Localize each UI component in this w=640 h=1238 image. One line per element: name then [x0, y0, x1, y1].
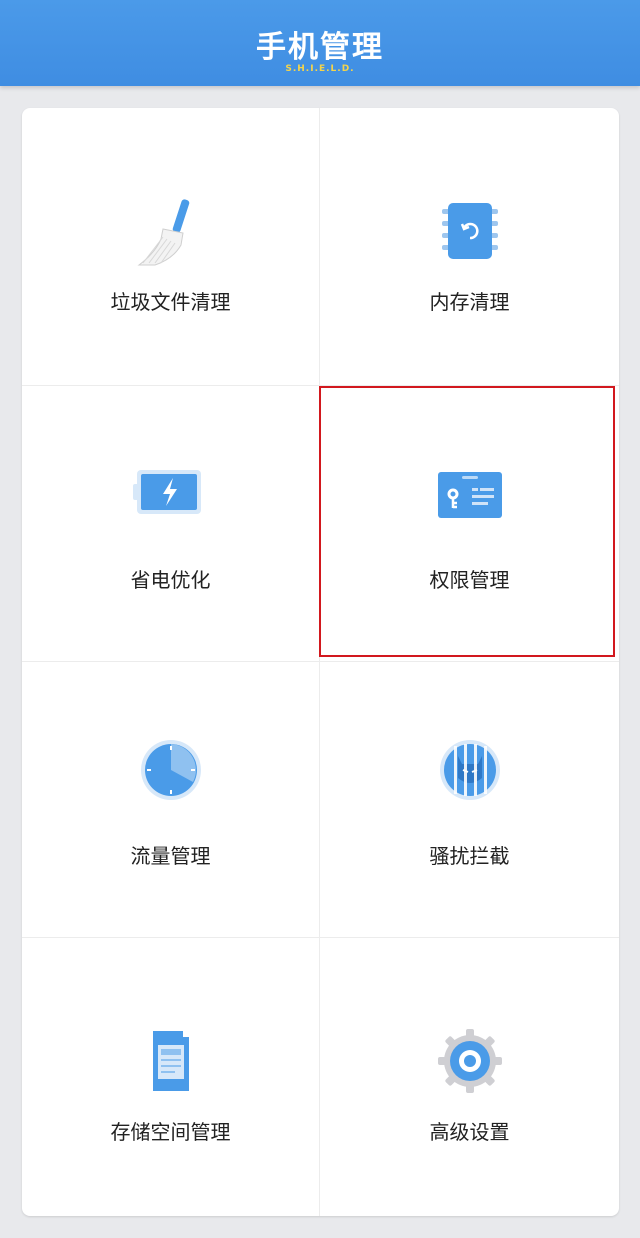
sd-card-icon: [152, 1031, 189, 1091]
tile-harass-block[interactable]: 骚扰拦截: [320, 662, 619, 938]
tile-data-manage[interactable]: 流量管理: [22, 662, 320, 938]
harass-block-icon: [439, 740, 500, 800]
page-title: 手机管理: [256, 30, 384, 65]
broom-icon: [137, 199, 189, 266]
tile-permission-manage[interactable]: 权限管理: [320, 386, 619, 662]
tile-label: 权限管理: [429, 568, 510, 592]
memory-icon: [441, 203, 498, 259]
page-subtitle: S.H.I.E.L.D.: [285, 64, 355, 74]
data-clock-icon: [140, 740, 201, 800]
feature-grid: 垃圾文件清理 内存清理 省电优化 权限管理 流量管理 骚扰拦截 存储空间管理 高…: [22, 108, 619, 1216]
tile-junk-clean[interactable]: 垃圾文件清理: [22, 108, 320, 386]
tile-label: 垃圾文件清理: [110, 290, 231, 314]
tile-label: 流量管理: [130, 844, 211, 868]
tile-memory-clean[interactable]: 内存清理: [320, 108, 619, 386]
feature-card: 垃圾文件清理 内存清理 省电优化 权限管理 流量管理 骚扰拦截 存储空间管理 高…: [22, 108, 619, 1216]
tile-advanced-settings[interactable]: 高级设置: [320, 938, 619, 1216]
battery-icon: [132, 470, 201, 514]
tile-label: 骚扰拦截: [429, 844, 510, 868]
app-header: 手机管理 S.H.I.E.L.D.: [0, 0, 640, 86]
tile-label: 省电优化: [130, 568, 211, 592]
tile-storage-manage[interactable]: 存储空间管理: [22, 938, 320, 1216]
tile-label: 内存清理: [429, 290, 510, 314]
tile-power-save[interactable]: 省电优化: [22, 386, 320, 662]
tile-label: 存储空间管理: [110, 1120, 231, 1144]
permission-card-icon: [437, 472, 502, 518]
tile-label: 高级设置: [429, 1120, 510, 1144]
gear-icon: [437, 1029, 502, 1093]
